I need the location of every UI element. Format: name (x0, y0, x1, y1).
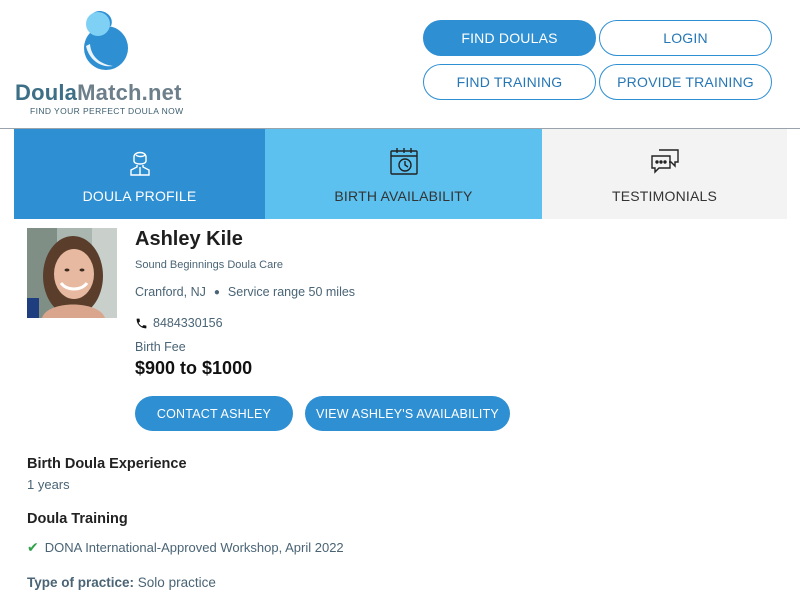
phone-number: 8484330156 (153, 316, 223, 330)
calendar-clock-icon (389, 148, 418, 175)
site-header: DoulaMatch.net FIND YOUR PERFECT DOULA N… (0, 0, 800, 129)
profile-photo-image (27, 228, 117, 318)
doula-location-row: Cranford, NJ ● Service range 50 miles (135, 285, 355, 299)
person-icon (129, 151, 150, 176)
birth-fee-label: Birth Fee (135, 340, 186, 354)
experience-value: 1 years (27, 477, 70, 492)
logo-drop-icon (84, 10, 128, 70)
contact-ashley-button[interactable]: CONTACT ASHLEY (135, 396, 293, 431)
doula-name: Ashley Kile (135, 228, 243, 250)
login-button[interactable]: LOGIN (599, 20, 772, 56)
tab-testimonials[interactable]: TESTIMONIALS (542, 129, 787, 219)
find-doulas-button[interactable]: FIND DOULAS (423, 20, 596, 56)
doula-location: Cranford, NJ (135, 285, 206, 299)
logo-wordmark: DoulaMatch.net (15, 80, 182, 105)
practice-label: Type of practice: (27, 575, 135, 590)
profile-tabs: DOULA PROFILE BIRTH AVAILABILITY TESTIMO… (14, 129, 787, 219)
tab-doula-profile[interactable]: DOULA PROFILE (14, 129, 265, 219)
tab-birth-availability[interactable]: BIRTH AVAILABILITY (265, 129, 542, 219)
tab-label: TESTIMONIALS (611, 188, 718, 204)
doula-phone-row[interactable]: 8484330156 (135, 316, 223, 330)
tab-label: BIRTH AVAILABILITY (334, 188, 473, 204)
view-availability-button[interactable]: VIEW ASHLEY'S AVAILABILITY (305, 396, 510, 431)
training-heading: Doula Training (27, 511, 128, 527)
training-item: ✔ DONA International-Approved Workshop, … (27, 539, 344, 556)
service-range: Service range 50 miles (227, 285, 356, 299)
birth-fee-value: $900 to $1000 (135, 358, 253, 378)
logo-tagline: FIND YOUR PERFECT DOULA NOW (30, 106, 184, 116)
training-item-label: DONA International-Approved Workshop, Ap… (44, 540, 344, 555)
site-logo[interactable]: DoulaMatch.net FIND YOUR PERFECT DOULA N… (15, 10, 200, 120)
practice-row: Type of practice: Solo practice (27, 575, 216, 590)
find-training-button[interactable]: FIND TRAINING (423, 64, 596, 100)
experience-heading: Birth Doula Experience (27, 456, 187, 472)
doula-organization: Sound Beginnings Doula Care (135, 259, 283, 271)
check-icon: ✔ (27, 539, 39, 555)
chat-bubbles-icon (650, 149, 679, 174)
tab-label: DOULA PROFILE (82, 188, 197, 204)
separator-dot: ● (213, 286, 220, 298)
practice-value: Solo practice (137, 575, 216, 590)
profile-photo (27, 228, 117, 318)
provide-training-button[interactable]: PROVIDE TRAINING (599, 64, 772, 100)
phone-icon (136, 318, 147, 328)
